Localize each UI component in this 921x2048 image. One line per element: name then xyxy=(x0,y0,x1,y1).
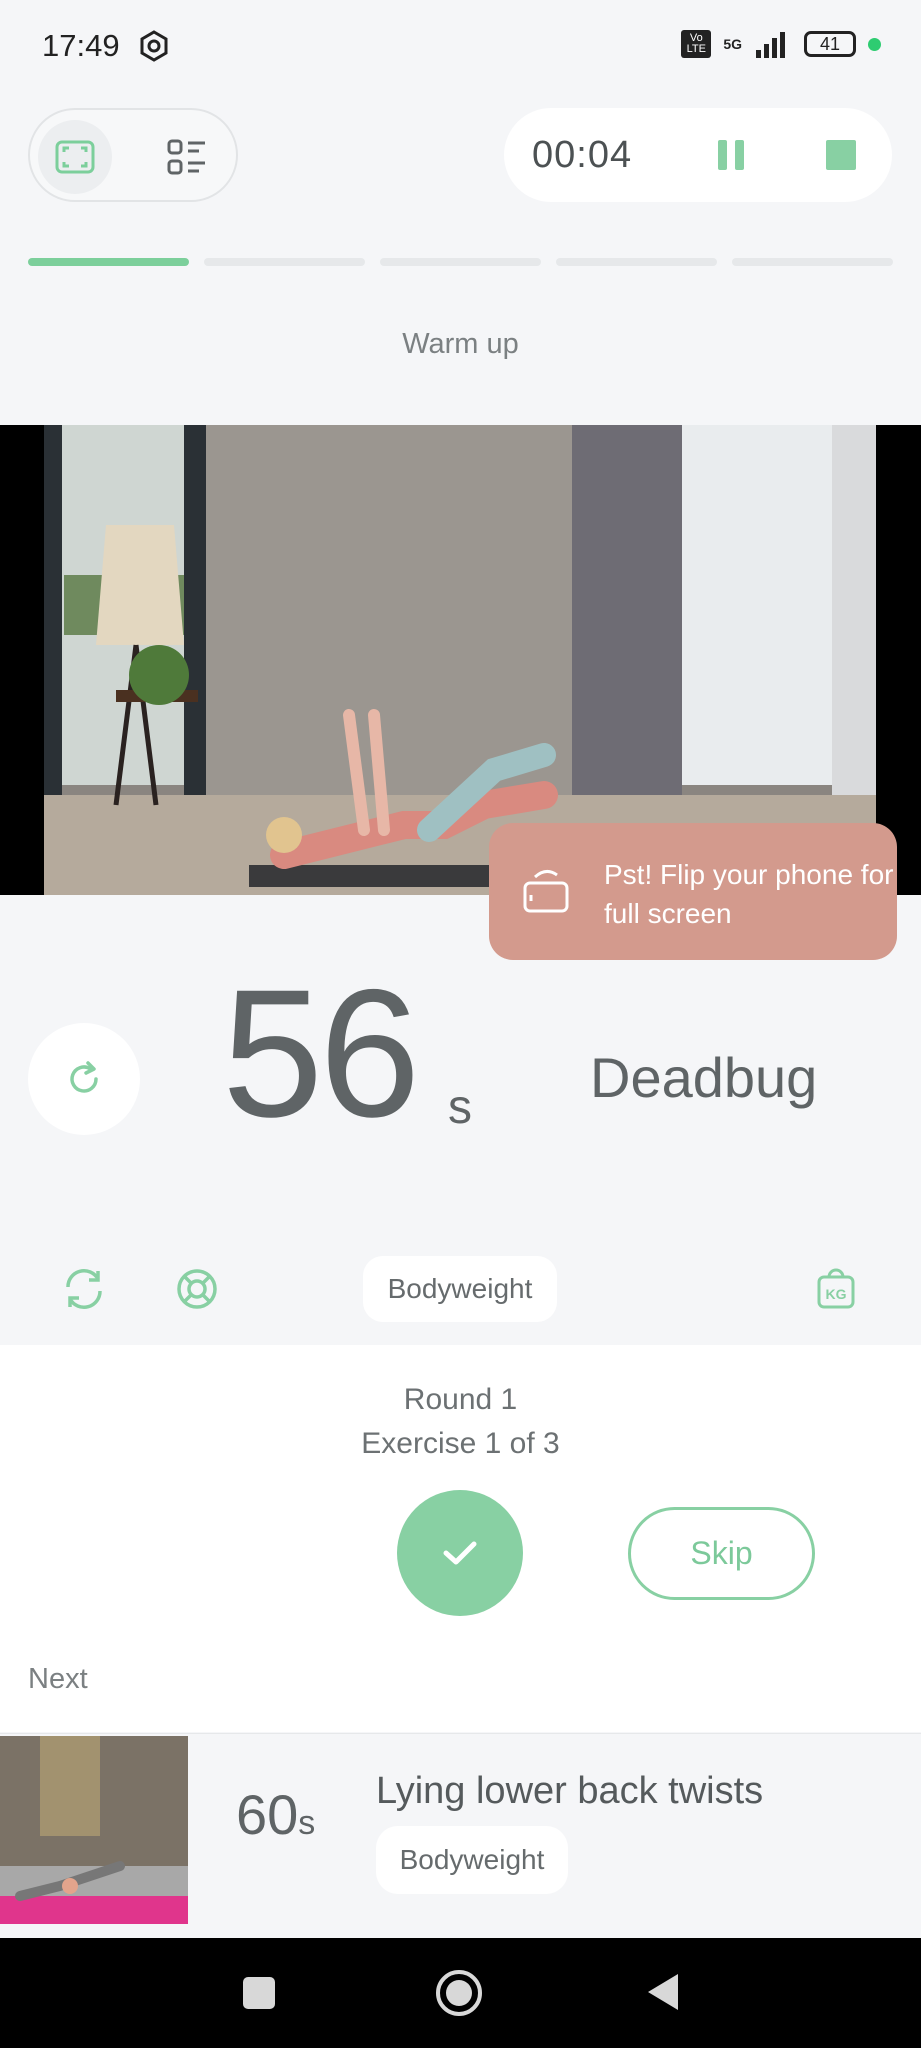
network-label: 5G xyxy=(723,36,742,52)
fullscreen-view-button[interactable] xyxy=(38,120,112,194)
elapsed-timer: 00:04 xyxy=(532,134,633,176)
progress-segment-5 xyxy=(732,258,893,266)
view-toggle xyxy=(28,108,238,202)
round-label: Round 1 xyxy=(403,1383,518,1416)
exercise-countdown: 56 xyxy=(222,951,420,1155)
list-view-button[interactable] xyxy=(150,120,224,194)
home-button[interactable] xyxy=(434,1968,484,2018)
back-button[interactable] xyxy=(640,1970,684,2014)
restart-button[interactable] xyxy=(28,1023,140,1135)
fullscreen-icon xyxy=(55,140,95,174)
battery-level: 41 xyxy=(819,33,841,54)
flip-phone-hint[interactable]: Pst! Flip your phone for full screen xyxy=(489,823,897,960)
camera-indicator-dot xyxy=(868,37,881,51)
exercise-name: Deadbug xyxy=(590,1046,818,1109)
next-duration-unit: s xyxy=(298,1804,316,1842)
flip-hint-text: Pst! Flip your phone for full screen xyxy=(604,859,894,929)
restart-icon xyxy=(70,1061,98,1093)
next-equipment-chip: Bodyweight xyxy=(376,1826,568,1894)
rotate-phone-icon xyxy=(523,870,569,913)
status-indicators: Vo LTE 5G 41 xyxy=(681,30,881,58)
settings-icon xyxy=(138,30,170,62)
check-icon xyxy=(443,1541,477,1565)
help-button[interactable] xyxy=(171,1263,223,1315)
next-duration: 60s xyxy=(236,1782,315,1847)
pause-icon xyxy=(718,140,744,170)
progress-segment-4 xyxy=(556,258,717,266)
weight-unit-button[interactable]: KG xyxy=(810,1263,862,1315)
swap-icon xyxy=(66,1269,102,1309)
recents-button[interactable] xyxy=(238,1972,280,2014)
next-duration-value: 60 xyxy=(236,1783,299,1846)
progress-segment-3 xyxy=(380,258,541,266)
square-nav-icon xyxy=(243,1977,275,2009)
next-exercise-name: Lying lower back twists xyxy=(376,1770,764,1812)
home-nav-icon xyxy=(436,1970,482,2016)
battery-icon: 41 xyxy=(804,31,856,57)
skip-button[interactable]: Skip xyxy=(628,1507,815,1600)
signal-icon xyxy=(756,32,785,58)
pause-button[interactable] xyxy=(704,128,758,182)
volte-badge: Vo LTE xyxy=(681,30,712,58)
next-label: Next xyxy=(28,1663,88,1695)
progress-segment-1 xyxy=(28,258,189,266)
stop-button[interactable] xyxy=(814,128,868,182)
help-icon xyxy=(177,1269,217,1309)
complete-button[interactable] xyxy=(397,1490,523,1616)
next-exercise-thumbnail xyxy=(0,1736,188,1924)
swap-exercise-button[interactable] xyxy=(58,1263,110,1315)
progress-segment-2 xyxy=(204,258,365,266)
workout-timer-pill: 00:04 xyxy=(504,108,892,202)
weight-kg-icon: KG xyxy=(817,1268,855,1309)
countdown-unit: s xyxy=(448,1081,472,1134)
exercise-count-label: Exercise 1 of 3 xyxy=(361,1427,560,1460)
equipment-chip: Bodyweight xyxy=(363,1256,557,1322)
back-nav-icon xyxy=(648,1974,678,2010)
section-title: Warm up xyxy=(402,328,519,360)
round-info: Round 1 Exercise 1 of 3 xyxy=(0,1378,921,1466)
next-exercise-card[interactable]: 60s Lying lower back twists Bodyweight xyxy=(0,1733,921,1939)
system-nav-bar xyxy=(0,1938,921,2048)
stop-icon xyxy=(826,140,856,170)
list-icon xyxy=(167,139,205,175)
svg-text:KG: KG xyxy=(826,1286,847,1302)
status-time: 17:49 xyxy=(42,28,120,63)
